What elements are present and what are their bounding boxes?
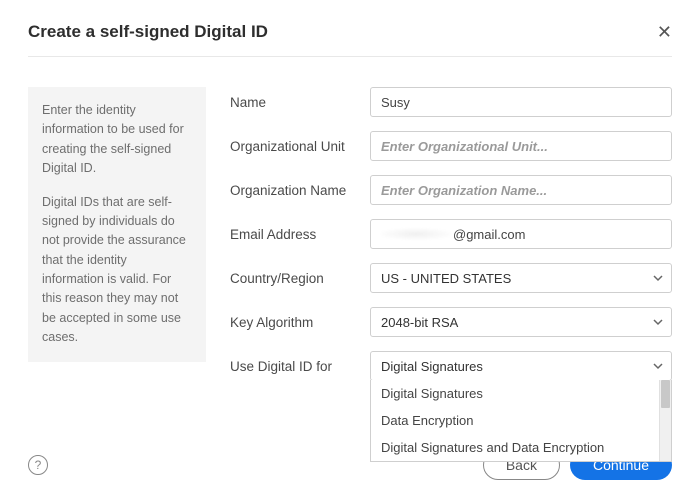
row-email: Email Address @gmail.com bbox=[230, 219, 672, 249]
dialog-body: Enter the identity information to be use… bbox=[28, 57, 672, 381]
row-org-unit: Organizational Unit bbox=[230, 131, 672, 161]
dropdown-option[interactable]: Digital Signatures bbox=[371, 380, 671, 407]
dropdown-option[interactable]: Data Encryption bbox=[371, 407, 671, 434]
dialog-header: Create a self-signed Digital ID ✕ bbox=[28, 22, 672, 57]
key-algorithm-select[interactable]: 2048-bit RSA bbox=[370, 307, 672, 337]
country-value: US - UNITED STATES bbox=[381, 271, 511, 286]
info-text-2: Digital IDs that are self-signed by indi… bbox=[42, 193, 192, 348]
dropdown-option[interactable]: Digital Signatures and Data Encryption bbox=[371, 434, 671, 461]
dialog: Create a self-signed Digital ID ✕ Enter … bbox=[0, 0, 700, 381]
use-for-value: Digital Signatures bbox=[381, 359, 483, 374]
row-name: Name bbox=[230, 87, 672, 117]
label-country: Country/Region bbox=[230, 271, 370, 286]
label-org-name: Organization Name bbox=[230, 183, 370, 198]
email-suffix: @gmail.com bbox=[453, 227, 525, 242]
info-panel: Enter the identity information to be use… bbox=[28, 87, 206, 362]
label-org-unit: Organizational Unit bbox=[230, 139, 370, 154]
key-algo-value: 2048-bit RSA bbox=[381, 315, 458, 330]
dialog-title: Create a self-signed Digital ID bbox=[28, 22, 268, 42]
email-redacted-part bbox=[381, 228, 451, 240]
info-text-1: Enter the identity information to be use… bbox=[42, 101, 192, 179]
label-name: Name bbox=[230, 95, 370, 110]
country-select[interactable]: US - UNITED STATES bbox=[370, 263, 672, 293]
help-icon[interactable]: ? bbox=[28, 455, 48, 475]
row-key-algo: Key Algorithm 2048-bit RSA bbox=[230, 307, 672, 337]
row-use-for: Use Digital ID for Digital Signatures Di… bbox=[230, 351, 672, 381]
close-icon[interactable]: ✕ bbox=[657, 23, 672, 41]
scrollbar[interactable] bbox=[659, 380, 671, 461]
org-unit-input[interactable] bbox=[370, 131, 672, 161]
form-panel: Name Organizational Unit Organization Na… bbox=[230, 87, 672, 381]
use-for-dropdown: Digital Signatures Data Encryption Digit… bbox=[370, 380, 672, 462]
label-use-for: Use Digital ID for bbox=[230, 359, 370, 374]
scrollbar-thumb[interactable] bbox=[661, 380, 670, 408]
name-input[interactable] bbox=[370, 87, 672, 117]
label-email: Email Address bbox=[230, 227, 370, 242]
email-input[interactable]: @gmail.com bbox=[370, 219, 672, 249]
row-country: Country/Region US - UNITED STATES bbox=[230, 263, 672, 293]
org-name-input[interactable] bbox=[370, 175, 672, 205]
use-for-select[interactable]: Digital Signatures bbox=[370, 351, 672, 381]
label-key-algo: Key Algorithm bbox=[230, 315, 370, 330]
row-org-name: Organization Name bbox=[230, 175, 672, 205]
